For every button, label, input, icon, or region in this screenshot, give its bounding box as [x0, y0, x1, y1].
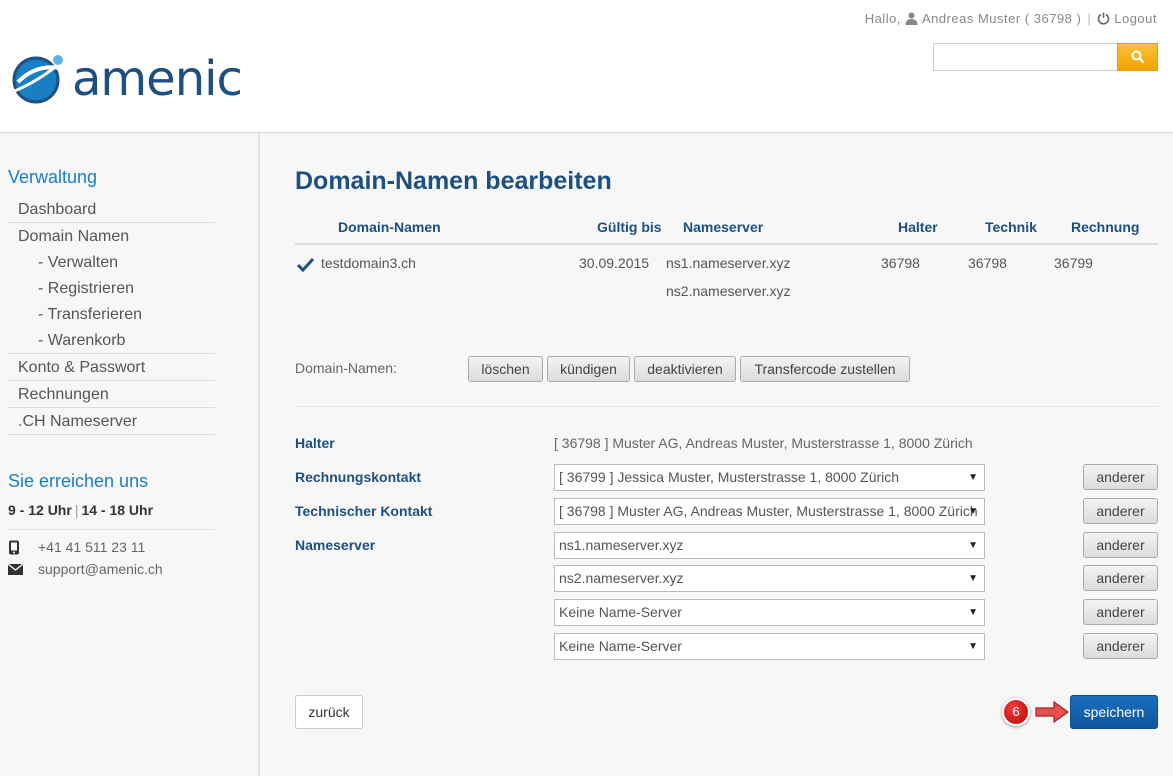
section-divider [295, 406, 1158, 407]
logout-link[interactable]: Logout [1114, 11, 1157, 26]
sidebar-item-transfer[interactable]: - Transferieren [8, 302, 215, 328]
nameserver-select-3[interactable]: Keine Name-Server ▼ [554, 599, 985, 626]
search-button[interactable] [1117, 43, 1158, 71]
envelope-icon [8, 563, 23, 575]
deactivate-button[interactable]: deaktivieren [634, 356, 736, 382]
nameserver-select-2[interactable]: ns2.nameserver.xyz ▼ [554, 565, 985, 592]
dropdown-arrow-icon: ▼ [968, 607, 978, 618]
row-domain: testdomain3.ch [321, 255, 416, 271]
cancel-domain-button[interactable]: kündigen [547, 356, 630, 382]
nameserver-1-other-button[interactable]: anderer [1083, 532, 1158, 558]
nameserver-2-other-button[interactable]: anderer [1083, 565, 1158, 591]
nameserver-value-2: ns2.nameserver.xyz [559, 570, 684, 586]
billing-contact-select[interactable]: [ 36799 ] Jessica Muster, Musterstrasse … [554, 464, 985, 491]
hours-morning: 9 - 12 Uhr [8, 502, 72, 518]
tech-contact-label: Technischer Kontakt [295, 503, 433, 519]
sidebar-admin-title: Verwaltung [8, 167, 98, 187]
user-bar: Hallo, Andreas Muster ( 36798 ) | Logout [865, 11, 1157, 26]
dropdown-arrow-icon: ▼ [968, 641, 978, 652]
sidebar-item-ch-nameserver[interactable]: .CH Nameserver [8, 408, 215, 435]
col-header-valid: Gültig bis [597, 219, 662, 235]
nameserver-label: Nameserver [295, 537, 376, 553]
back-button[interactable]: zurück [295, 695, 363, 729]
hours-afternoon: 14 - 18 Uhr [81, 502, 154, 518]
email-address[interactable]: support@amenic.ch [38, 561, 163, 577]
phone-icon [9, 540, 19, 554]
search-icon [1131, 50, 1144, 64]
col-header-billing: Rechnung [1071, 219, 1140, 235]
contact-email: support@amenic.ch [8, 561, 163, 577]
sidebar-item-dashboard[interactable]: Dashboard [8, 196, 215, 223]
save-button[interactable]: speichern [1070, 695, 1158, 729]
opening-hours: 9 - 12 Uhr | 14 - 18 Uhr [8, 502, 153, 518]
dropdown-arrow-icon: ▼ [968, 540, 978, 551]
tech-contact-value: [ 36798 ] Muster AG, Andreas Muster, Mus… [559, 503, 978, 519]
greeting: Hallo, [864, 11, 901, 26]
billing-contact-label: Rechnungskontakt [295, 469, 422, 485]
nameserver-value-1: ns1.nameserver.xyz [559, 537, 684, 553]
nameserver-value-4: Keine Name-Server [559, 638, 682, 654]
col-header-tech: Technik [985, 219, 1037, 235]
sidebar-contact-title: Sie erreichen uns [8, 471, 149, 491]
hours-separator: | [74, 502, 79, 518]
row-billing: 36799 [1054, 255, 1093, 271]
header: amenic Hallo, Andreas Muster ( 36798 ) |… [0, 0, 1173, 133]
billing-contact-value: [ 36799 ] Jessica Muster, Musterstrasse … [559, 469, 900, 485]
search-box [933, 43, 1158, 71]
row-tech: 36798 [968, 255, 1007, 271]
table-header-line [295, 243, 1158, 245]
holder-label: Halter [295, 435, 335, 451]
dropdown-arrow-icon: ▼ [968, 573, 978, 584]
transfer-code-button[interactable]: Transfercode zustellen [740, 356, 910, 382]
sidebar-item-manage[interactable]: - Verwalten [8, 250, 215, 276]
tech-contact-select[interactable]: [ 36798 ] Muster AG, Andreas Muster, Mus… [554, 498, 985, 525]
col-header-holder: Halter [898, 219, 938, 235]
dropdown-arrow-icon: ▼ [968, 472, 978, 483]
row-holder: 36798 [881, 255, 920, 271]
sidebar-item-domain-names[interactable]: Domain Namen [8, 223, 215, 250]
delete-button[interactable]: löschen [468, 356, 543, 382]
holder-value: [ 36798 ] Muster AG, Andreas Muster, Mus… [554, 435, 973, 451]
actions-label: Domain-Namen: [295, 360, 397, 376]
checkmark-icon [297, 257, 314, 272]
row-ns2: ns2.nameserver.xyz [666, 283, 791, 299]
power-icon [1097, 12, 1110, 25]
logo-text: amenic [72, 51, 243, 107]
logo[interactable]: amenic [8, 51, 243, 107]
step-badge: 6 [1002, 698, 1030, 726]
sidebar-item-cart[interactable]: - Warenkorb [8, 328, 215, 354]
sidebar-nav: Dashboard Domain Namen - Verwalten - Reg… [8, 196, 215, 435]
user-icon [905, 12, 918, 25]
nameserver-select-1[interactable]: ns1.nameserver.xyz ▼ [554, 532, 985, 559]
page-title: Domain-Namen bearbeiten [295, 167, 612, 195]
tech-other-button[interactable]: anderer [1083, 498, 1158, 524]
dropdown-arrow-icon: ▼ [968, 506, 978, 517]
billing-other-button[interactable]: anderer [1083, 464, 1158, 490]
row-valid: 30.09.2015 [579, 255, 650, 271]
search-input[interactable] [933, 43, 1117, 71]
user-name[interactable]: Andreas Muster ( 36798 ) [922, 11, 1081, 26]
nameserver-select-4[interactable]: Keine Name-Server ▼ [554, 633, 985, 660]
contact-phone: +41 41 511 23 11 [8, 539, 145, 555]
col-header-domain: Domain-Namen [338, 219, 441, 235]
sidebar-item-invoices[interactable]: Rechnungen [8, 381, 215, 408]
nameserver-value-3: Keine Name-Server [559, 604, 682, 620]
row-ns1: ns1.nameserver.xyz [666, 255, 791, 271]
sidebar-item-account[interactable]: Konto & Passwort [8, 354, 215, 381]
sidebar-item-register[interactable]: - Registrieren [8, 276, 215, 302]
nameserver-3-other-button[interactable]: anderer [1083, 599, 1158, 625]
phone-number[interactable]: +41 41 511 23 11 [38, 539, 145, 555]
nameserver-4-other-button[interactable]: anderer [1083, 633, 1158, 659]
topbar-separator: | [1087, 11, 1092, 26]
contact-divider [8, 529, 215, 530]
col-header-nameserver: Nameserver [683, 219, 764, 235]
logo-globe-icon [11, 55, 65, 104]
arrow-right-icon [1035, 701, 1069, 723]
